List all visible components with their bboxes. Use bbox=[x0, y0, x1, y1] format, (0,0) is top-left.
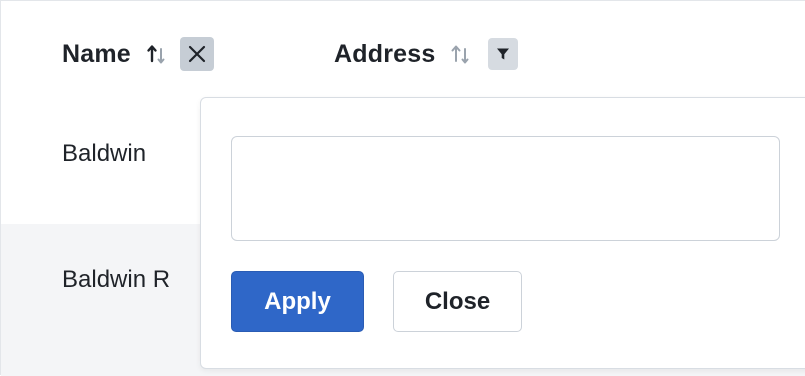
filter-funnel-icon bbox=[497, 48, 510, 60]
filter-button[interactable] bbox=[488, 38, 519, 70]
column-header-address: Address bbox=[334, 35, 519, 73]
sort-arrows-icon[interactable] bbox=[146, 41, 168, 67]
column-header-name: Name bbox=[62, 35, 214, 73]
filter-input[interactable] bbox=[231, 136, 780, 241]
filter-popover: Apply Close bbox=[200, 97, 805, 369]
table-header-row: Name Address bbox=[1, 1, 805, 104]
name-cell: Baldwin bbox=[62, 140, 147, 167]
sort-arrows-icon[interactable] bbox=[450, 41, 472, 67]
close-button[interactable]: Close bbox=[393, 271, 522, 332]
name-cell: Baldwin R bbox=[62, 266, 171, 293]
apply-button[interactable]: Apply bbox=[231, 271, 364, 332]
clear-filter-button[interactable] bbox=[179, 37, 214, 71]
column-header-label: Name bbox=[62, 39, 131, 68]
column-header-label: Address bbox=[334, 39, 436, 68]
close-icon bbox=[188, 45, 206, 63]
